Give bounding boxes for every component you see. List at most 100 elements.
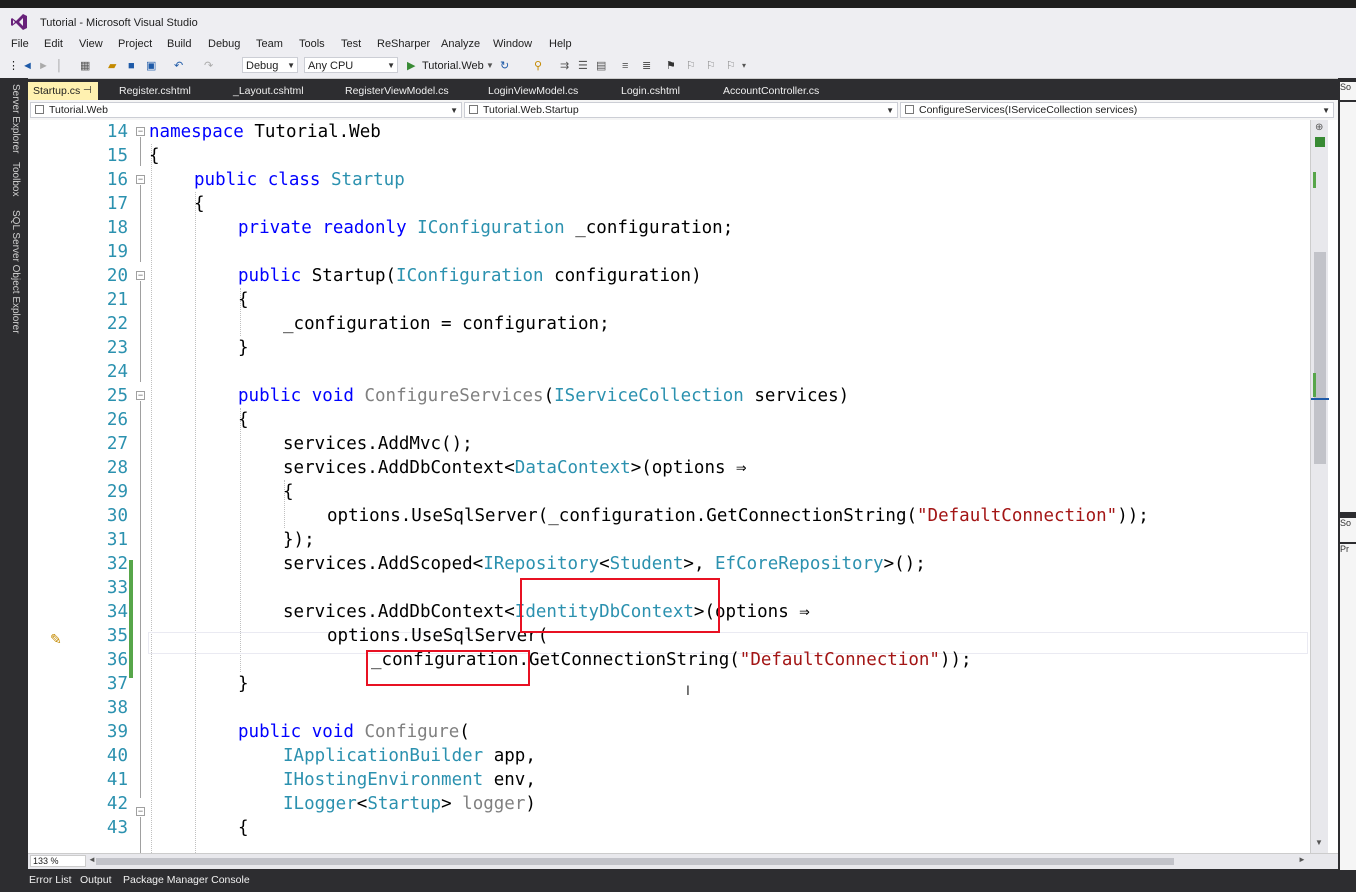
- uncomment-icon[interactable]: ≣: [642, 59, 651, 73]
- scroll-down-icon[interactable]: ▼: [1315, 838, 1323, 847]
- menu-file[interactable]: File: [11, 38, 29, 50]
- menu-build[interactable]: Build: [167, 38, 191, 50]
- save-all-icon[interactable]: ▣: [146, 59, 156, 73]
- solution-panel-tab[interactable]: So: [1340, 518, 1356, 542]
- tab-layout-cshtml[interactable]: _Layout.cshtml: [228, 82, 333, 100]
- solution-panel-label: So: [1340, 518, 1352, 528]
- indent-guide: [151, 144, 152, 853]
- horizontal-scrollbar[interactable]: 133 % ◄ ►: [28, 853, 1338, 869]
- member-dropdown[interactable]: ConfigureServices(IServiceCollection ser…: [900, 102, 1334, 118]
- tab-startup-cs[interactable]: Startup.cs ⊣: [28, 82, 98, 100]
- outline-collapse-icon[interactable]: −: [136, 807, 145, 816]
- line-number: 25: [106, 386, 128, 406]
- annotation-highlight-box: [366, 650, 530, 686]
- find-in-files-icon[interactable]: ⚲: [534, 59, 542, 73]
- tab-label: Startup.cs: [33, 85, 81, 97]
- navigate-back-icon[interactable]: ◄: [22, 59, 33, 73]
- server-explorer-tab[interactable]: Server Explorer: [7, 84, 21, 153]
- pin-icon[interactable]: ⊣: [83, 82, 92, 100]
- menu-team[interactable]: Team: [256, 38, 283, 50]
- outline-icon[interactable]: ☰: [578, 59, 588, 73]
- zoom-level-dropdown[interactable]: 133 %: [30, 855, 86, 867]
- menu-test[interactable]: Test: [341, 38, 361, 50]
- menu-debug[interactable]: Debug: [208, 38, 240, 50]
- bookmark-icon[interactable]: ⚑: [666, 59, 676, 73]
- split-editor-icon[interactable]: ⊕: [1315, 122, 1323, 133]
- new-project-icon[interactable]: ▦: [80, 59, 90, 73]
- code-line: services.AddMvc();: [283, 434, 473, 454]
- menu-view[interactable]: View: [79, 38, 103, 50]
- solution-configuration-dropdown[interactable]: Debug ▼: [242, 57, 298, 73]
- chevron-down-icon[interactable]: ▼: [486, 59, 494, 73]
- menu-analyze[interactable]: Analyze: [441, 38, 480, 50]
- solution-explorer-label: So: [1340, 82, 1352, 92]
- properties-label: Pr: [1340, 544, 1349, 554]
- toolbox-tab[interactable]: Toolbox: [7, 162, 21, 196]
- project-dropdown[interactable]: Tutorial.Web ▼: [30, 102, 462, 118]
- chevron-down-icon: ▼: [387, 61, 395, 70]
- next-bookmark-icon[interactable]: ⚐: [706, 59, 716, 73]
- tab-label: Register.cshtml: [119, 85, 191, 97]
- collapse-icon[interactable]: ▤: [596, 59, 606, 73]
- refresh-icon[interactable]: ↻: [500, 59, 509, 73]
- outline-collapse-icon[interactable]: −: [136, 271, 145, 280]
- vertical-scrollbar[interactable]: ⊕ ▼: [1310, 120, 1329, 853]
- change-tracking-bar: [129, 560, 133, 678]
- code-line: ILogger<Startup> logger): [283, 794, 536, 814]
- menu-help[interactable]: Help: [549, 38, 572, 50]
- undo-icon[interactable]: ↶: [174, 59, 183, 73]
- save-icon[interactable]: ■: [128, 59, 135, 73]
- previous-bookmark-icon[interactable]: ⚐: [686, 59, 696, 73]
- menu-resharper[interactable]: ReSharper: [377, 38, 430, 50]
- code-line: IHostingEnvironment env,: [283, 770, 536, 790]
- clear-bookmarks-icon[interactable]: ⚐: [726, 59, 736, 73]
- quick-actions-lightbulb-icon[interactable]: ✎: [50, 631, 62, 648]
- sql-server-object-explorer-tab[interactable]: SQL Server Object Explorer: [7, 210, 21, 334]
- line-number: 15: [106, 146, 128, 166]
- chevron-down-icon: ▼: [287, 61, 295, 70]
- scrollbar-thumb[interactable]: [1314, 252, 1326, 464]
- line-number: 28: [106, 458, 128, 478]
- toolbar-options-icon[interactable]: ▾: [742, 59, 746, 73]
- tab-login-cshtml[interactable]: Login.cshtml: [616, 82, 711, 100]
- class-icon: [469, 105, 478, 114]
- line-number: 22: [106, 314, 128, 334]
- solution-explorer-header[interactable]: So: [1340, 82, 1356, 100]
- scroll-left-icon[interactable]: ◄: [88, 855, 96, 864]
- scroll-right-icon[interactable]: ►: [1298, 855, 1306, 864]
- line-number: 30: [106, 506, 128, 526]
- outline-collapse-icon[interactable]: −: [136, 391, 145, 400]
- line-number: 17: [106, 194, 128, 214]
- indent-guide: [195, 192, 196, 853]
- solution-explorer-body[interactable]: [1340, 102, 1356, 512]
- menu-edit[interactable]: Edit: [44, 38, 63, 50]
- horizontal-scrollbar-thumb[interactable]: [96, 858, 1174, 865]
- redo-icon[interactable]: ↷: [204, 59, 213, 73]
- properties-panel[interactable]: Pr: [1340, 544, 1356, 870]
- error-list-tab[interactable]: Error List: [29, 874, 72, 886]
- tab-accountcontroller-cs[interactable]: AccountController.cs: [718, 82, 858, 100]
- line-number: 21: [106, 290, 128, 310]
- solution-platform-dropdown[interactable]: Any CPU ▼: [304, 57, 398, 73]
- outline-collapse-icon[interactable]: −: [136, 175, 145, 184]
- menu-window[interactable]: Window: [493, 38, 532, 50]
- type-dropdown[interactable]: Tutorial.Web.Startup ▼: [464, 102, 898, 118]
- step-over-icon[interactable]: ⇉: [560, 59, 569, 73]
- code-line: {: [194, 194, 205, 214]
- outline-guide: [140, 185, 141, 262]
- menu-project[interactable]: Project: [118, 38, 152, 50]
- outline-collapse-icon[interactable]: −: [136, 127, 145, 136]
- tab-loginviewmodel-cs[interactable]: LoginViewModel.cs: [483, 82, 608, 100]
- comment-icon[interactable]: ≡: [622, 59, 628, 73]
- open-file-icon[interactable]: ▰: [108, 59, 116, 73]
- code-editor[interactable]: 14 15 16 17 18 19 20 21 22 23 24 25 26 2…: [28, 120, 1338, 853]
- package-manager-console-tab[interactable]: Package Manager Console: [123, 874, 250, 886]
- member-value: ConfigureServices(IServiceCollection ser…: [919, 104, 1138, 116]
- tab-registerviewmodel-cs[interactable]: RegisterViewModel.cs: [340, 82, 475, 100]
- menu-tools[interactable]: Tools: [299, 38, 325, 50]
- output-tab[interactable]: Output: [80, 874, 112, 886]
- navigate-forward-icon[interactable]: ►: [38, 59, 49, 73]
- start-debugging-icon[interactable]: ▶: [407, 59, 415, 73]
- tab-register-cshtml[interactable]: Register.cshtml: [114, 82, 219, 100]
- start-target-label[interactable]: Tutorial.Web: [422, 59, 484, 73]
